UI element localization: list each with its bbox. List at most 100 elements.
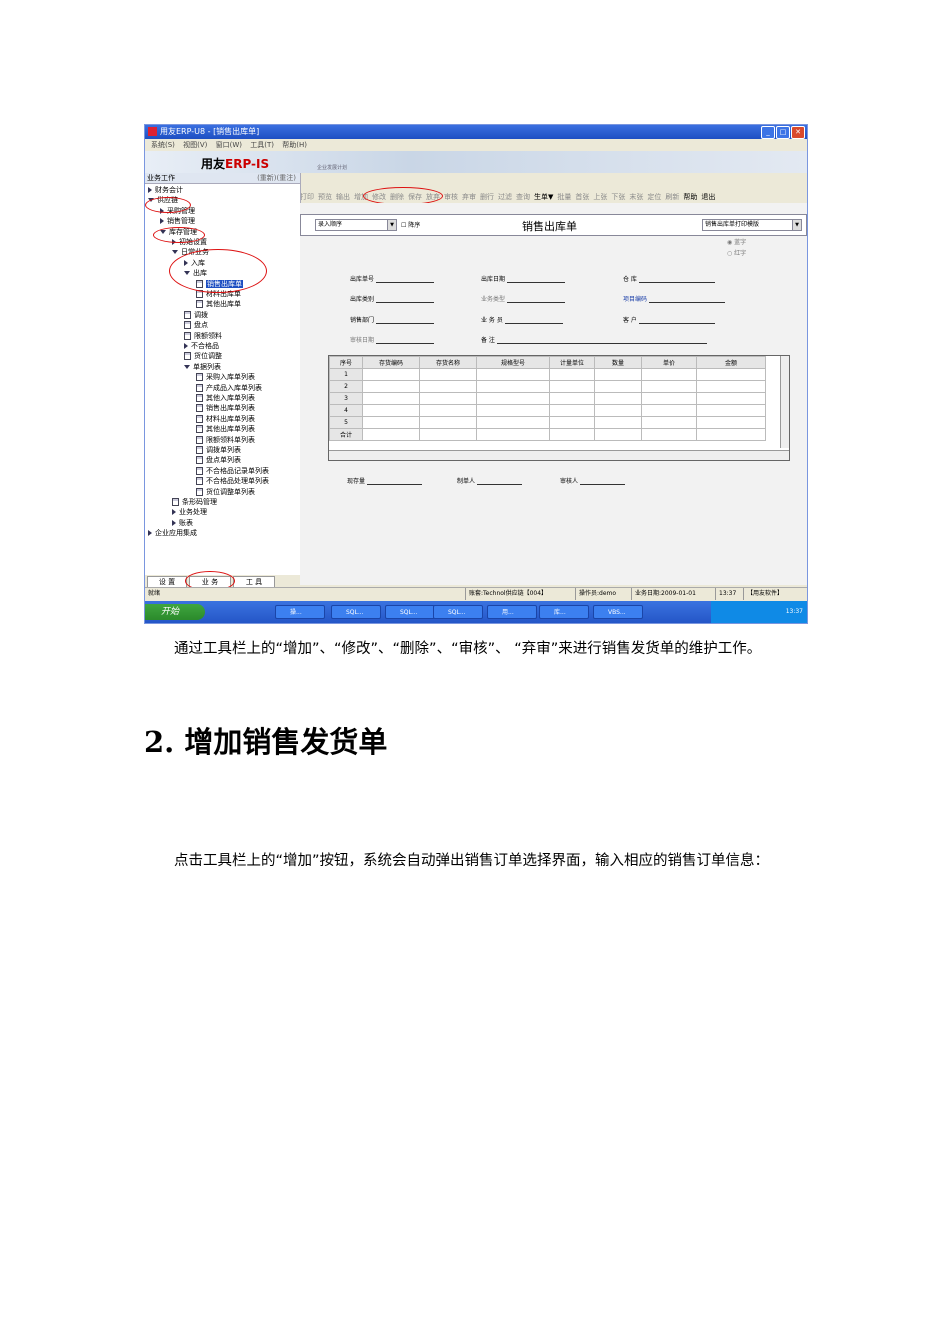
grid-cell[interactable] — [696, 380, 766, 393]
grid-cell[interactable] — [594, 416, 642, 429]
desc-checkbox[interactable]: ☐ 降序 — [401, 220, 420, 229]
taskbar-task[interactable]: SQL... — [433, 605, 483, 619]
grid-column-header[interactable]: 计量单位 — [549, 356, 595, 369]
grid-row-number[interactable]: 合计 — [329, 428, 363, 441]
grid-cell[interactable] — [419, 416, 477, 429]
nav-tree-item[interactable]: 货位调整 — [184, 352, 222, 361]
toolbar-button[interactable]: 批量 — [557, 193, 571, 201]
toolbar-button[interactable]: 末张 — [629, 193, 643, 201]
close-button[interactable]: ✕ — [791, 126, 805, 139]
grid-cell[interactable] — [696, 416, 766, 429]
grid-column-header[interactable]: 序号 — [329, 356, 363, 369]
toolbar-button[interactable]: 查询 — [516, 193, 530, 201]
grid-cell[interactable] — [362, 380, 420, 393]
grid-cell[interactable] — [476, 404, 550, 417]
taskbar-task[interactable]: VBS... — [593, 605, 643, 619]
grid-row[interactable]: 2 — [329, 380, 766, 393]
toolbar-button[interactable]: 输出 — [336, 193, 350, 201]
grid-cell[interactable] — [594, 428, 642, 441]
toolbar-button[interactable]: 下张 — [611, 193, 625, 201]
nav-tree-item[interactable]: 盘点单列表 — [196, 456, 241, 465]
vertical-scrollbar[interactable] — [780, 356, 789, 448]
menu-window[interactable]: 窗口(W) — [216, 141, 242, 149]
nav-tree-item[interactable]: 采购入库单列表 — [196, 373, 255, 382]
detail-grid[interactable]: 序号 存货编码 存货名称 规格型号 计量单位 数量 单价 金额 1 2 3 4 5 合计 — [328, 355, 790, 461]
grid-cell[interactable] — [549, 380, 595, 393]
nav-tree-item[interactable]: 调拨单列表 — [196, 446, 241, 455]
nav-tree-item[interactable]: 不合格品记录单列表 — [196, 466, 269, 476]
grid-column-header[interactable]: 单价 — [641, 356, 697, 369]
grid-row[interactable]: 1 — [329, 368, 766, 381]
radio-red[interactable]: ○ 红字 — [727, 248, 746, 257]
grid-cell[interactable] — [362, 404, 420, 417]
grid-cell[interactable] — [549, 428, 595, 441]
toolbar-button[interactable]: 审核 — [444, 193, 458, 201]
grid-row-number[interactable]: 3 — [329, 392, 363, 405]
grid-cell[interactable] — [696, 392, 766, 405]
grid-cell[interactable] — [419, 392, 477, 405]
form-field[interactable]: 出库日期 — [481, 274, 566, 283]
grid-cell[interactable] — [549, 392, 595, 405]
form-field[interactable]: 业务类型 — [481, 294, 566, 303]
menu-system[interactable]: 系统(S) — [151, 141, 175, 149]
print-template-select[interactable]: 销售出库单打印模版 ▼ — [702, 219, 802, 231]
nav-tree-item[interactable]: 财务会计 — [148, 186, 183, 195]
grid-cell[interactable] — [641, 380, 697, 393]
nav-tree-item[interactable]: 调拨 — [184, 310, 208, 320]
grid-cell[interactable] — [594, 392, 642, 405]
grid-cell[interactable] — [419, 428, 477, 441]
grid-cell[interactable] — [419, 380, 477, 393]
grid-cell[interactable] — [419, 368, 477, 381]
nav-tree-item[interactable]: 企业应用集成 — [148, 529, 197, 538]
grid-cell[interactable] — [362, 416, 420, 429]
nav-tree-item[interactable]: 限额领料 — [184, 331, 222, 341]
grid-cell[interactable] — [476, 416, 550, 429]
form-field[interactable]: 业 务 员 — [481, 315, 563, 324]
form-field[interactable]: 出库类别 — [350, 294, 435, 303]
toolbar-button[interactable]: 定位 — [647, 193, 661, 201]
nav-tree-item[interactable]: 销售管理 — [160, 217, 195, 226]
form-field[interactable]: 销售部门 — [350, 315, 435, 324]
toolbar-button[interactable]: 首张 — [575, 193, 589, 201]
toolbar-button[interactable]: 删行 — [480, 193, 494, 201]
grid-cell[interactable] — [594, 404, 642, 417]
grid-column-header[interactable]: 规格型号 — [476, 356, 550, 369]
grid-row[interactable]: 3 — [329, 392, 766, 405]
nav-tree-item[interactable]: 产成品入库单列表 — [196, 383, 262, 393]
grid-cell[interactable] — [549, 416, 595, 429]
grid-cell[interactable] — [696, 368, 766, 381]
nav-tree-item[interactable]: 不合格品 — [184, 342, 219, 351]
grid-row-number[interactable]: 5 — [329, 416, 363, 429]
grid-row[interactable]: 5 — [329, 416, 766, 429]
nav-tree-item[interactable]: 条形码管理 — [172, 498, 217, 507]
toolbar-button[interactable]: 打印 — [300, 193, 314, 201]
grid-cell[interactable] — [641, 368, 697, 381]
nav-tree-item[interactable]: 不合格品处理单列表 — [196, 477, 269, 486]
grid-column-header[interactable]: 存货编码 — [362, 356, 420, 369]
grid-row[interactable]: 4 — [329, 404, 766, 417]
grid-column-header[interactable]: 数量 — [594, 356, 642, 369]
menu-tools[interactable]: 工具(T) — [250, 141, 274, 149]
grid-cell[interactable] — [641, 404, 697, 417]
sidebar-header-links[interactable]: (重新)(重注) — [257, 173, 296, 183]
nav-tree-item[interactable]: 业务处理 — [172, 508, 207, 517]
grid-cell[interactable] — [362, 368, 420, 381]
grid-cell[interactable] — [594, 380, 642, 393]
taskbar-task[interactable]: SQL... — [331, 605, 381, 619]
toolbar-button[interactable]: 刷新 — [665, 193, 679, 201]
toolbar-button[interactable]: 预览 — [318, 193, 332, 201]
toolbar-button[interactable]: 生单▼ — [534, 193, 553, 201]
nav-tree-item[interactable]: 盘点 — [184, 321, 208, 330]
menu-view[interactable]: 视图(V) — [183, 141, 207, 149]
grid-row-number[interactable]: 2 — [329, 380, 363, 393]
grid-cell[interactable] — [476, 380, 550, 393]
nav-tree-item[interactable]: 销售出库单列表 — [196, 404, 255, 413]
grid-cell[interactable] — [696, 428, 766, 441]
grid-column-header[interactable]: 金额 — [696, 356, 766, 369]
toolbar-button[interactable]: 帮助 — [683, 193, 697, 201]
nav-tree-item[interactable]: 单据列表 — [184, 363, 221, 372]
toolbar-button[interactable]: 弃审 — [462, 193, 476, 201]
grid-cell[interactable] — [549, 404, 595, 417]
nav-tree-item[interactable]: 其他出库单列表 — [196, 425, 255, 434]
taskbar-task[interactable]: 用... — [487, 605, 537, 619]
